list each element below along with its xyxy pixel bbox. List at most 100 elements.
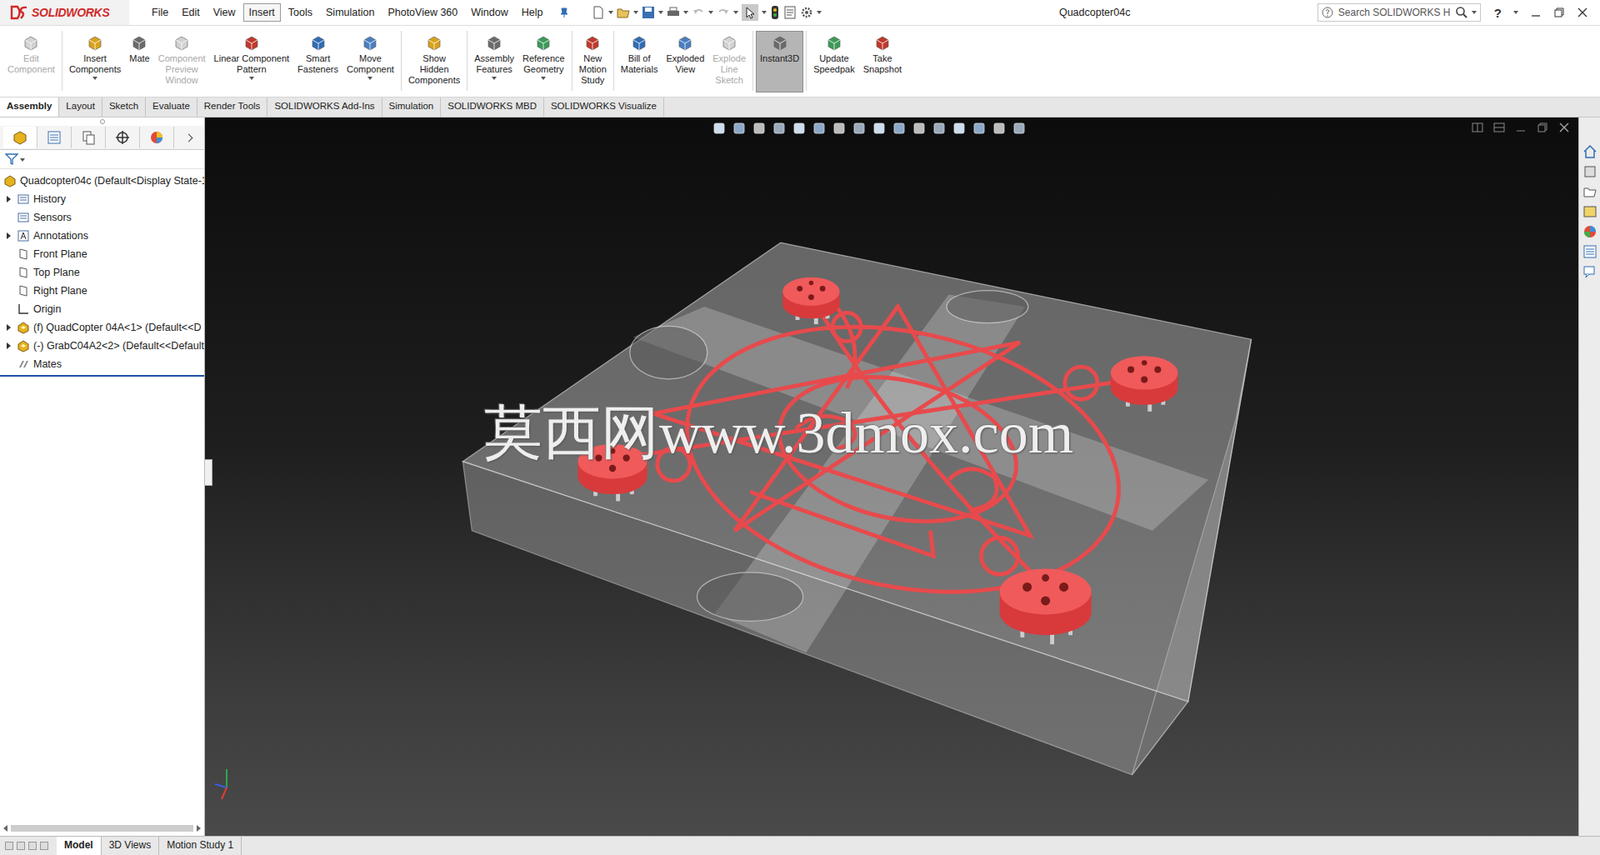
custom-properties-icon[interactable] — [1582, 244, 1598, 260]
menu-item[interactable]: Tools — [282, 3, 319, 22]
forum-icon[interactable] — [1582, 264, 1598, 280]
ribbon-button[interactable]: Mate — [125, 30, 154, 93]
feature-tree-icon[interactable] — [3, 126, 38, 149]
view-tool-icon[interactable] — [751, 120, 767, 136]
view-tool-icon[interactable] — [791, 120, 807, 136]
save-icon[interactable] — [641, 5, 655, 20]
filter-icon[interactable] — [5, 152, 19, 166]
file-properties-icon[interactable] — [783, 5, 797, 20]
viewport-close-icon[interactable] — [1558, 121, 1570, 134]
expand-arrow[interactable] — [0, 195, 14, 203]
minimize-icon[interactable] — [1530, 6, 1542, 19]
split-view-icon[interactable] — [1471, 121, 1484, 134]
close-icon[interactable] — [1576, 6, 1589, 19]
bottom-tab[interactable]: 3D Views — [101, 836, 160, 855]
dimxpert-icon[interactable] — [105, 126, 140, 149]
view-tool-icon[interactable] — [711, 120, 727, 136]
view-tool-icon[interactable] — [891, 120, 907, 136]
view-tool-icon[interactable] — [871, 120, 887, 136]
tree-item[interactable]: (f) QuadCopter 04A<1> (Default<<D — [0, 318, 205, 337]
pin-icon[interactable] — [558, 6, 570, 19]
file-explorer-icon[interactable] — [1582, 184, 1598, 200]
menu-item[interactable]: Help — [515, 3, 550, 22]
tree-item[interactable]: Annotations — [0, 226, 205, 245]
menu-item[interactable]: Window — [465, 3, 514, 22]
ribbon-button[interactable]: ComponentPreviewWindow — [154, 30, 210, 93]
magnifier-icon[interactable] — [1455, 5, 1469, 20]
new-document-icon[interactable] — [591, 5, 605, 20]
command-tab[interactable]: Layout — [59, 97, 103, 117]
command-tab[interactable]: SOLIDWORKS MBD — [440, 97, 545, 117]
menu-item[interactable]: Insert — [243, 3, 281, 22]
tree-item[interactable]: (-) GrabC04A2<2> (Default<<Default — [0, 336, 205, 355]
dropdown-caret[interactable] — [683, 10, 689, 15]
ribbon-button[interactable]: EditComponent — [3, 30, 60, 93]
view-tool-icon[interactable] — [831, 120, 847, 136]
menu-item[interactable]: PhotoView 360 — [381, 3, 464, 22]
tab-scroll-arrows[interactable] — [0, 836, 57, 855]
print-icon[interactable] — [666, 5, 680, 20]
display-manager-icon[interactable] — [140, 126, 175, 149]
command-tab[interactable]: Sketch — [102, 97, 146, 117]
dropdown-caret[interactable] — [540, 76, 546, 80]
view-tool-icon[interactable] — [731, 120, 747, 136]
options-gear-icon[interactable] — [800, 5, 814, 20]
command-tab[interactable]: SOLIDWORKS Add-Ins — [267, 97, 382, 117]
bottom-tab[interactable]: Motion Study 1 — [159, 836, 242, 855]
view-tool-icon[interactable] — [951, 120, 967, 136]
ribbon-button[interactable]: ReferenceGeometry — [518, 30, 570, 93]
viewport-minimize-icon[interactable] — [1515, 121, 1527, 134]
graphics-area[interactable]: 莫西网www.3dmox.com — [205, 117, 1579, 836]
command-tab[interactable]: SOLIDWORKS Visualize — [544, 97, 665, 117]
view-tool-icon[interactable] — [1011, 120, 1027, 136]
home-icon[interactable] — [1582, 144, 1598, 160]
viewport-restore-icon[interactable] — [1536, 121, 1549, 134]
view-tool-icon[interactable] — [991, 120, 1007, 136]
tree-item[interactable]: Right Plane — [0, 281, 205, 300]
view-tool-icon[interactable] — [771, 120, 787, 136]
search-input[interactable] — [1336, 5, 1452, 20]
rebuild-icon[interactable] — [770, 5, 780, 20]
configuration-manager-icon[interactable] — [71, 126, 106, 149]
dropdown-caret[interactable] — [658, 10, 664, 15]
ribbon-button[interactable]: UpdateSpeedpak — [809, 30, 860, 93]
dropdown-caret[interactable] — [92, 76, 98, 80]
ribbon-button[interactable]: Linear ComponentPattern — [210, 30, 295, 93]
more-tabs-icon[interactable] — [185, 133, 194, 142]
ribbon-button[interactable]: Instant3D — [755, 30, 804, 93]
quadcopter-model[interactable] — [205, 117, 1579, 836]
search-box[interactable] — [1317, 3, 1481, 22]
ribbon-button[interactable]: NewMotionStudy — [575, 30, 611, 93]
view-tool-icon[interactable] — [931, 120, 947, 136]
dropdown-caret[interactable] — [761, 10, 767, 15]
panel-grip[interactable] — [0, 117, 205, 126]
ribbon-button[interactable]: ShowHiddenComponents — [404, 30, 465, 93]
dropdown-caret[interactable] — [1471, 10, 1477, 15]
tree-item[interactable]: Front Plane — [0, 245, 205, 264]
menu-item[interactable]: Edit — [175, 3, 206, 22]
ribbon-button[interactable]: ExplodedView — [661, 30, 709, 93]
view-tool-icon[interactable] — [911, 120, 927, 136]
menu-item[interactable]: View — [207, 3, 242, 22]
command-tab[interactable]: Evaluate — [145, 97, 198, 117]
dropdown-caret[interactable] — [816, 10, 822, 15]
ribbon-button[interactable]: ExplodeLineSketch — [708, 30, 750, 93]
property-manager-icon[interactable] — [37, 126, 72, 149]
ribbon-button[interactable]: InsertComponents — [65, 30, 125, 93]
expand-arrow[interactable] — [0, 232, 14, 240]
view-tool-icon[interactable] — [851, 120, 867, 136]
ribbon-button[interactable]: MoveComponent — [342, 30, 399, 93]
ribbon-button[interactable]: AssemblyFeatures — [470, 30, 519, 93]
horizontal-scrollbar[interactable] — [0, 822, 205, 836]
dropdown-caret[interactable] — [249, 76, 255, 80]
panel-collapse-handle[interactable] — [205, 459, 213, 486]
undo-icon[interactable] — [691, 5, 705, 20]
expand-arrow[interactable] — [0, 324, 14, 331]
tree-item[interactable]: Top Plane — [0, 263, 205, 282]
dropdown-caret[interactable] — [367, 76, 373, 80]
tree-root[interactable]: Quadcopter04c (Default<Display State-1: — [0, 171, 205, 190]
rollback-bar[interactable] — [0, 375, 205, 377]
menu-item[interactable]: Simulation — [320, 3, 380, 22]
redo-icon[interactable] — [716, 5, 730, 20]
dropdown-caret[interactable] — [708, 10, 714, 15]
